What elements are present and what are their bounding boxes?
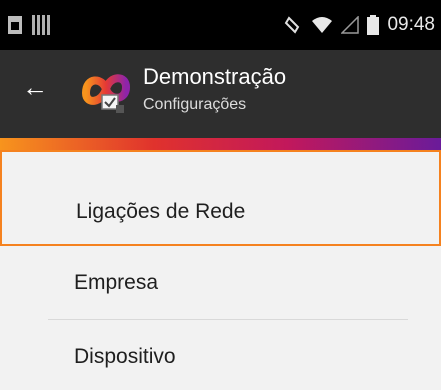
menu-item-label: Ligações de Rede — [76, 200, 246, 223]
menu-item-ligacoes-de-rede[interactable]: Ligações de Rede — [0, 150, 441, 246]
menu-item-empresa[interactable]: Empresa — [0, 246, 441, 322]
sim-icon — [8, 16, 22, 34]
menu-item-label: Dispositivo — [74, 345, 176, 368]
menu-item-label: Empresa — [74, 271, 159, 294]
arrow-left-icon[interactable]: ← — [22, 74, 48, 100]
app-logo — [81, 74, 131, 113]
menu-item-dispositivo[interactable]: Dispositivo — [0, 320, 441, 390]
accent-strip — [0, 138, 441, 150]
signal-icon — [341, 16, 360, 34]
status-clock: 09:48 — [387, 14, 435, 35]
divider — [48, 319, 408, 320]
rotate-icon — [285, 16, 300, 34]
page-title: Demonstração — [143, 64, 287, 89]
page-subtitle: Configurações — [143, 96, 247, 113]
app-bar: ← Demonstração Configurações — [0, 50, 441, 138]
status-bar: 09:48 — [0, 0, 441, 50]
qr-icon — [32, 15, 52, 35]
battery-icon — [367, 15, 380, 35]
wifi-icon — [312, 17, 333, 33]
